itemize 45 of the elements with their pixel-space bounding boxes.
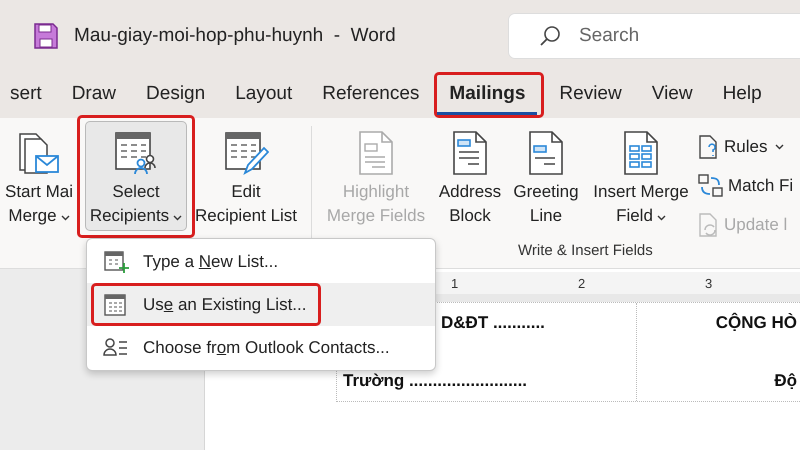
chevron-down-icon <box>656 215 666 221</box>
document-icon <box>356 130 396 176</box>
ribbon-tab[interactable]: Mailings <box>437 75 538 115</box>
menu-item[interactable]: Use an Existing List... <box>87 283 435 326</box>
ruler-number: 3 <box>705 276 714 290</box>
chevron-down-icon <box>775 144 784 150</box>
search-placeholder: Search <box>579 25 640 47</box>
ribbon-button[interactable]: Select Recipients <box>85 121 187 231</box>
ruler-number: 1 <box>451 276 460 290</box>
ribbon-tab[interactable]: Review <box>547 75 634 115</box>
ruler-number: 2 <box>578 276 586 290</box>
menu-item[interactable]: Choose from Outlook Contacts... <box>87 326 435 369</box>
menu-item[interactable]: Type a New List... <box>87 240 435 283</box>
ribbon-tab[interactable]: Layout <box>223 75 304 115</box>
pencil-list-icon <box>223 130 269 176</box>
document-icon <box>450 130 490 176</box>
ribbon-tab[interactable]: References <box>310 75 432 115</box>
ribbon-button[interactable]: Edit Recipient List <box>191 121 301 231</box>
ribbon-button[interactable]: Address Block <box>435 121 505 231</box>
list-add-icon <box>103 250 129 274</box>
ribbon-button[interactable]: Match Fi <box>698 171 794 200</box>
chevron-down-icon <box>60 215 70 221</box>
ribbon-button[interactable]: Start Mai Merge <box>0 121 78 231</box>
document-text: D&ĐT ........... <box>441 313 545 333</box>
document-text: Độ <box>774 371 797 391</box>
ribbon-tab[interactable]: sert <box>0 75 54 115</box>
ribbon-tab[interactable]: Help <box>710 75 774 115</box>
ribbon-tab[interactable]: Design <box>134 75 218 115</box>
search-icon <box>539 25 561 47</box>
group-label: Write & Insert Fields <box>518 242 653 259</box>
search-field[interactable]: Search <box>508 13 800 59</box>
ribbon-button[interactable]: Rules <box>698 132 794 161</box>
people-list-icon <box>113 130 159 176</box>
document-text: CỘNG HÒ <box>716 313 797 333</box>
save-icon[interactable] <box>34 23 58 49</box>
document-text: Trường ......................... <box>343 371 528 391</box>
chevron-down-icon <box>173 215 182 221</box>
ribbon-button[interactable]: Greeting Line <box>508 121 584 231</box>
ribbon-tab[interactable]: Draw <box>60 75 128 115</box>
ribbon-button[interactable]: Insert Merge Field <box>586 121 696 231</box>
ribbon-tab[interactable]: View <box>640 75 705 115</box>
document-icon <box>526 130 566 176</box>
swap-boxes-icon <box>698 174 724 198</box>
window-title: Mau-giay-moi-hop-phu-huynh - Word <box>74 25 397 47</box>
field-grid-icon <box>621 130 661 176</box>
